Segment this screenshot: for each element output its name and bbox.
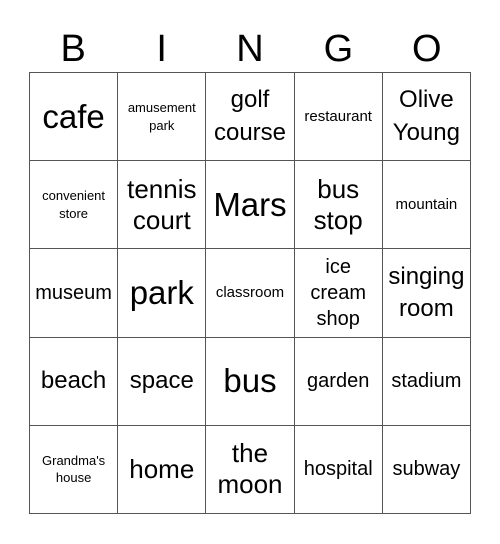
header-letter-o: O [412, 28, 442, 70]
header-letter-b: B [60, 28, 86, 70]
bingo-cell[interactable]: singing room [382, 249, 471, 338]
bingo-cell[interactable]: stadium [382, 337, 471, 426]
bingo-cell[interactable]: convenient store [30, 161, 119, 250]
bingo-cell[interactable]: museum [30, 249, 119, 338]
bingo-cell[interactable]: the moon [206, 425, 295, 514]
bingo-cell[interactable]: space [118, 337, 207, 426]
bingo-cell[interactable]: garden [294, 337, 383, 426]
bingo-grid: cafe amusement park golf course restaura… [29, 72, 471, 514]
bingo-cell[interactable]: Grandma's house [30, 425, 119, 514]
bingo-cell[interactable]: hospital [294, 425, 383, 514]
bingo-cell[interactable]: restaurant [294, 73, 383, 162]
header-letter-n: N [236, 28, 264, 70]
bingo-cell[interactable]: classroom [206, 249, 295, 338]
bingo-cell[interactable]: mountain [382, 161, 471, 250]
bingo-cell[interactable]: Mars [206, 161, 295, 250]
bingo-cell[interactable]: tennis court [118, 161, 207, 250]
bingo-cell[interactable]: golf course [206, 73, 295, 162]
bingo-cell[interactable]: cafe [30, 73, 119, 162]
bingo-header: B I N G O [29, 26, 471, 72]
header-letter-g: G [323, 28, 354, 70]
bingo-cell[interactable]: home [118, 425, 207, 514]
bingo-cell[interactable]: amusement park [118, 73, 207, 162]
bingo-cell[interactable]: park [118, 249, 207, 338]
bingo-cell[interactable]: bus [206, 337, 295, 426]
bingo-cell[interactable]: ice cream shop [294, 249, 383, 338]
header-letter-i: I [156, 28, 167, 70]
bingo-cell[interactable]: beach [30, 337, 119, 426]
bingo-cell[interactable]: subway [382, 425, 471, 514]
bingo-cell[interactable]: bus stop [294, 161, 383, 250]
bingo-cell[interactable]: Olive Young [382, 73, 471, 162]
